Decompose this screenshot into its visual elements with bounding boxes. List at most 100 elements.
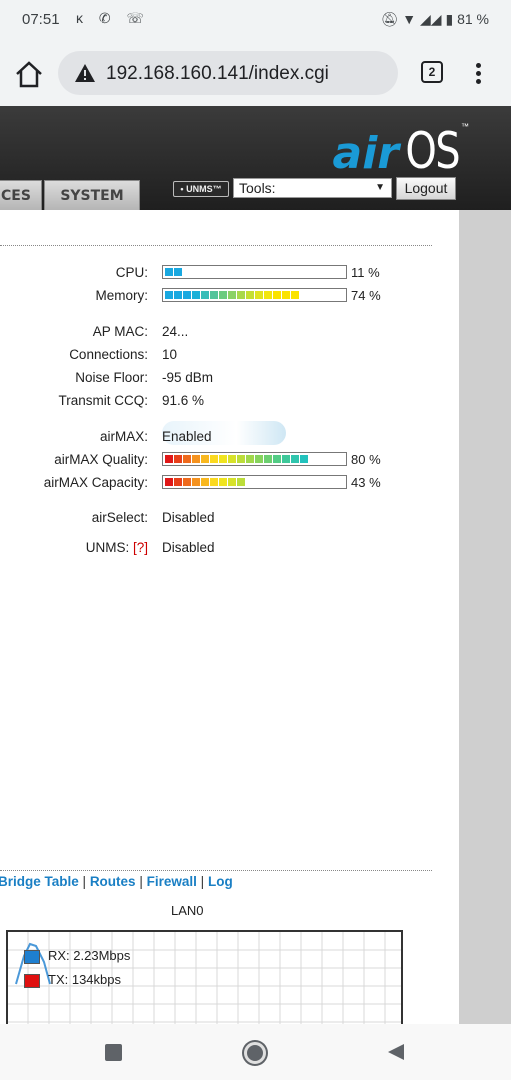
airmax-capacity-segment	[219, 478, 227, 486]
airmax-quality-segment	[291, 455, 299, 463]
airselect-value: Disabled	[162, 510, 215, 525]
browser-toolbar: 192.168.160.141/index.cgi 2	[0, 42, 511, 106]
airmax-quality-label: airMAX Quality:	[54, 452, 148, 467]
connections-label: Connections:	[69, 347, 148, 362]
routes-link[interactable]: Routes	[90, 874, 136, 889]
transmit-ccq-value: 91.6 %	[162, 393, 205, 408]
home-nav-icon[interactable]	[244, 1042, 266, 1064]
memory-percent: 74 %	[351, 288, 381, 303]
airos-header: air OS ™ CES SYSTEM • UNMS™ Tools: ▼ Log…	[0, 106, 511, 210]
recent-apps-icon[interactable]	[105, 1044, 122, 1061]
memory-segment	[165, 291, 173, 299]
warning-icon	[75, 64, 95, 82]
bridge-table-link[interactable]: Bridge Table	[0, 874, 79, 889]
airmax-capacity-label: airMAX Capacity:	[43, 475, 148, 490]
memory-segment	[237, 291, 245, 299]
notification-icons: ĸ ✆ ☏	[76, 10, 151, 26]
airmax-capacity-percent: 43 %	[351, 475, 381, 490]
monitor-links: Bridge Table | Routes | Firewall | Log	[0, 874, 233, 889]
navigation-bar	[0, 1024, 511, 1080]
airmax-quality-bar	[162, 452, 347, 466]
airmax-capacity-segment	[210, 478, 218, 486]
memory-segment	[264, 291, 272, 299]
airmax-capacity-segment	[228, 478, 236, 486]
memory-segment	[210, 291, 218, 299]
divider	[0, 245, 432, 246]
airmax-label: airMAX:	[99, 429, 148, 444]
tx-legend: TX: 134kbps	[24, 972, 121, 988]
memory-segment	[174, 291, 182, 299]
airmax-quality-segment	[210, 455, 218, 463]
airmax-quality-segment	[246, 455, 254, 463]
memory-segment	[246, 291, 254, 299]
more-menu-icon[interactable]	[466, 60, 490, 88]
airmax-quality-segment	[264, 455, 272, 463]
tx-swatch	[24, 973, 40, 988]
airmax-quality-segment	[255, 455, 263, 463]
airmax-quality-segment	[228, 455, 236, 463]
cpu-segment	[174, 268, 182, 276]
airmax-quality-segment	[192, 455, 200, 463]
noise-floor-label: Noise Floor:	[75, 370, 148, 385]
unms-badge[interactable]: • UNMS™	[173, 181, 229, 197]
airmax-quality-percent: 80 %	[351, 452, 381, 467]
mute-icon: 🔕︎	[380, 11, 399, 27]
airmax-quality-segment	[201, 455, 209, 463]
battery-level: 81 %	[457, 11, 489, 27]
logout-button[interactable]: Logout	[396, 177, 456, 200]
signal-icon: ◢◢	[420, 11, 442, 27]
airmax-capacity-bar	[162, 475, 347, 489]
airmax-quality-segment	[174, 455, 182, 463]
memory-segment	[255, 291, 263, 299]
unms-help-link[interactable]: [?]	[133, 540, 148, 555]
home-icon[interactable]	[12, 58, 46, 92]
memory-segment	[183, 291, 191, 299]
memory-segment	[219, 291, 227, 299]
airmax-quality-segment	[165, 455, 173, 463]
log-link[interactable]: Log	[208, 874, 233, 889]
memory-bar	[162, 288, 347, 302]
airmax-quality-segment	[237, 455, 245, 463]
divider	[0, 870, 432, 871]
airmax-quality-segment	[219, 455, 227, 463]
rx-swatch	[24, 949, 40, 964]
tab-services[interactable]: CES	[0, 180, 42, 210]
clock: 07:51	[22, 11, 60, 28]
airmax-capacity-segment	[165, 478, 173, 486]
status-icons: 🔕︎ ▼ ◢◢ ▮ 81 %	[381, 11, 489, 28]
memory-segment	[228, 291, 236, 299]
unms-status-label: UNMS: [?]	[85, 540, 148, 555]
airmax-capacity-segment	[192, 478, 200, 486]
rx-legend: RX: 2.23Mbps	[24, 948, 130, 964]
memory-segment	[273, 291, 281, 299]
airmax-value: Enabled	[162, 429, 212, 444]
chevron-down-icon: ▼	[375, 182, 385, 193]
memory-segment	[201, 291, 209, 299]
address-bar[interactable]: 192.168.160.141/index.cgi	[58, 51, 398, 95]
transmit-ccq-label: Transmit CCQ:	[58, 393, 148, 408]
cpu-label: CPU:	[115, 265, 148, 280]
chart-title: LAN0	[171, 903, 204, 918]
tab-switcher-button[interactable]: 2	[421, 61, 443, 83]
airmax-capacity-segment	[201, 478, 209, 486]
airmax-capacity-segment	[183, 478, 191, 486]
memory-segment	[291, 291, 299, 299]
back-icon[interactable]	[386, 1043, 406, 1061]
cpu-bar	[162, 265, 347, 279]
tab-system[interactable]: SYSTEM	[44, 180, 140, 210]
airmax-capacity-segment	[174, 478, 182, 486]
unms-status-value: Disabled	[162, 540, 215, 555]
airmax-quality-segment	[300, 455, 308, 463]
airmax-quality-segment	[273, 455, 281, 463]
firewall-link[interactable]: Firewall	[147, 874, 197, 889]
url-text: 192.168.160.141/index.cgi	[106, 63, 329, 84]
cpu-segment	[165, 268, 173, 276]
status-panel: CPU: 11 % Memory: 74 % AP MAC: 24... Con…	[0, 210, 459, 1024]
ap-mac-value: 24...	[162, 324, 189, 339]
airselect-label: airSelect:	[91, 510, 148, 525]
airmax-capacity-segment	[237, 478, 245, 486]
airmax-quality-segment	[282, 455, 290, 463]
noise-floor-value: -95 dBm	[162, 370, 214, 385]
throughput-chart: RX: 2.23Mbps TX: 134kbps	[6, 930, 403, 1024]
tools-dropdown[interactable]: Tools: ▼	[233, 178, 392, 198]
